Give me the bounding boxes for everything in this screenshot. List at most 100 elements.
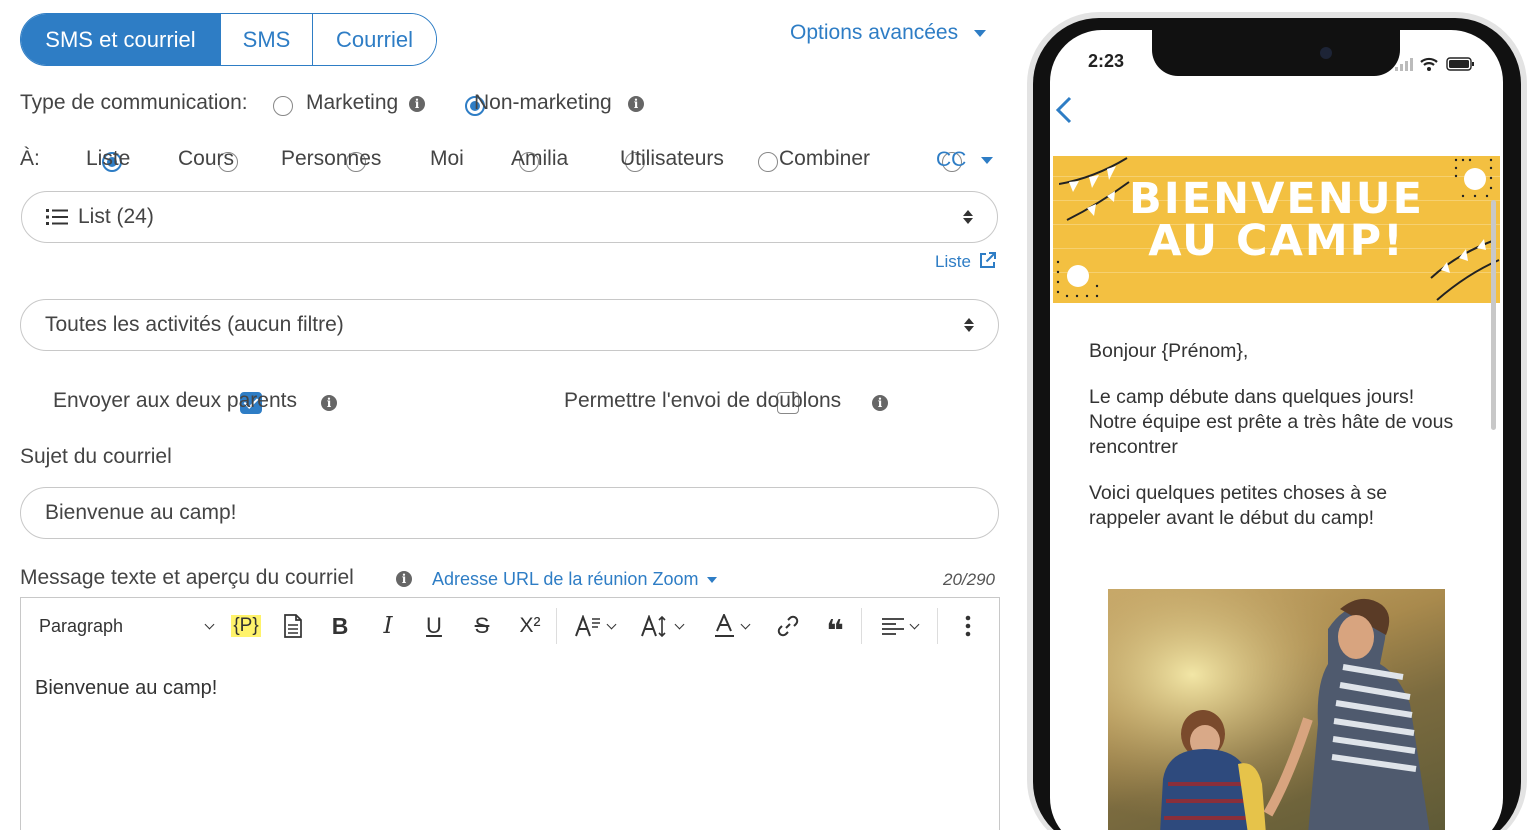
italic-button[interactable]: I: [371, 598, 405, 654]
message-label: Message texte et aperçu du courriel: [20, 566, 354, 589]
info-icon[interactable]: i: [872, 395, 888, 411]
chevron-down-icon: [909, 619, 920, 629]
radio-marketing[interactable]: [273, 96, 293, 116]
subject-value: Bienvenue au camp!: [45, 501, 237, 524]
caret-down-icon: [707, 577, 718, 584]
advanced-options-label: Options avancées: [790, 21, 959, 44]
strikethrough-button[interactable]: S: [465, 598, 499, 654]
radio-marketing-label: Marketing: [306, 91, 399, 114]
text-color-icon: [715, 614, 734, 637]
email-banner: BIENVENUE AU CAMP!: [1053, 156, 1500, 303]
allow-duplicates-label: Permettre l'envoi de doublons: [564, 389, 842, 412]
tab-sms-and-email[interactable]: SMS et courriel: [21, 14, 220, 65]
radio-moi-label: Moi: [430, 147, 464, 170]
italic-icon: I: [383, 613, 393, 639]
cc-toggle[interactable]: CC: [936, 148, 994, 172]
paragraph-style-label: Paragraph: [39, 615, 124, 636]
select-arrows-icon: [964, 318, 974, 332]
toolbar-separator: [861, 608, 862, 644]
open-list-link[interactable]: Liste: [935, 252, 996, 272]
info-icon[interactable]: i: [409, 96, 425, 112]
tab-sms[interactable]: SMS: [220, 14, 312, 65]
chevron-down-icon: [204, 619, 215, 629]
comm-type-label: Type de communication:: [20, 91, 248, 114]
paragraph-style-select[interactable]: Paragraph: [39, 598, 215, 654]
status-bar-icons: [1395, 57, 1474, 71]
font-family-button[interactable]: [569, 598, 621, 654]
radio-utilisateurs[interactable]: [758, 152, 779, 172]
email-photo: [1108, 589, 1445, 830]
strikethrough-icon: S: [474, 613, 490, 638]
zoom-url-dropdown[interactable]: Adresse URL de la réunion Zoom: [432, 569, 718, 590]
phone-scrollbar[interactable]: [1491, 200, 1496, 430]
chevron-down-icon: [606, 619, 617, 629]
bold-button[interactable]: B: [323, 598, 357, 654]
advanced-options-toggle[interactable]: Options avancées: [790, 21, 986, 45]
banner-title-line1: BIENVENUE: [1128, 174, 1425, 224]
radio-personnes-label: Personnes: [281, 147, 382, 170]
external-link-icon: [979, 252, 996, 268]
more-options-button[interactable]: [951, 598, 985, 654]
list-icon: [46, 209, 68, 225]
toolbar-separator: [937, 608, 938, 644]
font-size-button[interactable]: [636, 598, 688, 654]
message-body: Bienvenue au camp!: [35, 677, 218, 699]
message-editor[interactable]: Bienvenue au camp!: [20, 652, 1000, 830]
superscript-button[interactable]: X²: [513, 598, 547, 654]
info-icon[interactable]: i: [321, 395, 337, 411]
phone-time: 2:23: [1088, 51, 1125, 71]
list-select[interactable]: List (24): [21, 191, 998, 243]
back-chevron-icon[interactable]: [1055, 96, 1073, 124]
radio-utilisateurs-label: Utilisateurs: [620, 147, 724, 170]
radio-cours-label: Cours: [178, 147, 235, 170]
radio-amilia-label: Amilia: [511, 147, 569, 170]
subject-input[interactable]: Bienvenue au camp!: [20, 487, 999, 539]
underline-button[interactable]: U: [417, 598, 451, 654]
more-vertical-icon: [965, 615, 971, 637]
text-color-button[interactable]: [707, 598, 757, 654]
radio-combiner-label: Combiner: [779, 147, 871, 170]
send-both-parents-label: Envoyer aux deux parents: [53, 389, 297, 412]
superscript-icon: X²: [519, 614, 541, 637]
bold-icon: B: [331, 612, 349, 639]
placeholder-token: {P}: [231, 615, 261, 637]
align-left-icon: [882, 618, 904, 635]
editor-toolbar: Paragraph {P} B I U S X² ❝: [20, 597, 1000, 653]
link-icon: [777, 615, 799, 637]
radio-liste-label: Liste: [86, 147, 131, 170]
caret-down-icon: [973, 29, 986, 37]
chevron-down-icon: [674, 619, 685, 629]
camera-icon: [1320, 47, 1332, 59]
activity-select[interactable]: Toutes les activités (aucun filtre): [20, 299, 999, 351]
align-button[interactable]: [873, 598, 927, 654]
document-icon: [284, 613, 302, 638]
cc-label: CC: [936, 148, 967, 171]
font-size-icon: [641, 615, 666, 637]
email-paragraph-2: Voici quelques petites choses à se rappe…: [1089, 482, 1388, 529]
mother-child-photo-image: [1108, 589, 1445, 830]
zoom-url-label: Adresse URL de la réunion Zoom: [432, 569, 699, 589]
list-select-value: List (24): [78, 205, 154, 228]
tab-email[interactable]: Courriel: [312, 14, 436, 65]
subject-label: Sujet du courriel: [20, 445, 172, 468]
open-list-label: Liste: [935, 252, 971, 271]
document-button[interactable]: [276, 598, 310, 654]
insert-placeholder-button[interactable]: {P}: [229, 598, 263, 654]
banner-title-line2: AU CAMP!: [1148, 216, 1405, 266]
chevron-down-icon: [740, 619, 751, 629]
recipients-label: À:: [20, 147, 40, 170]
channel-tabs: SMS et courriel SMS Courriel: [20, 13, 437, 66]
toolbar-separator: [556, 608, 557, 644]
select-arrows-icon: [963, 210, 973, 224]
phone-notch: [1152, 30, 1400, 76]
info-icon[interactable]: i: [396, 571, 412, 587]
link-button[interactable]: [771, 598, 805, 654]
font-family-icon: [575, 615, 600, 637]
quote-icon: ❝: [826, 614, 844, 648]
caret-down-icon: [981, 156, 994, 164]
blockquote-button[interactable]: ❝: [818, 598, 852, 654]
underline-icon: U: [426, 613, 442, 638]
radio-non-marketing-label: Non-marketing: [474, 91, 612, 114]
activity-select-value: Toutes les activités (aucun filtre): [45, 313, 344, 336]
info-icon[interactable]: i: [628, 96, 644, 112]
